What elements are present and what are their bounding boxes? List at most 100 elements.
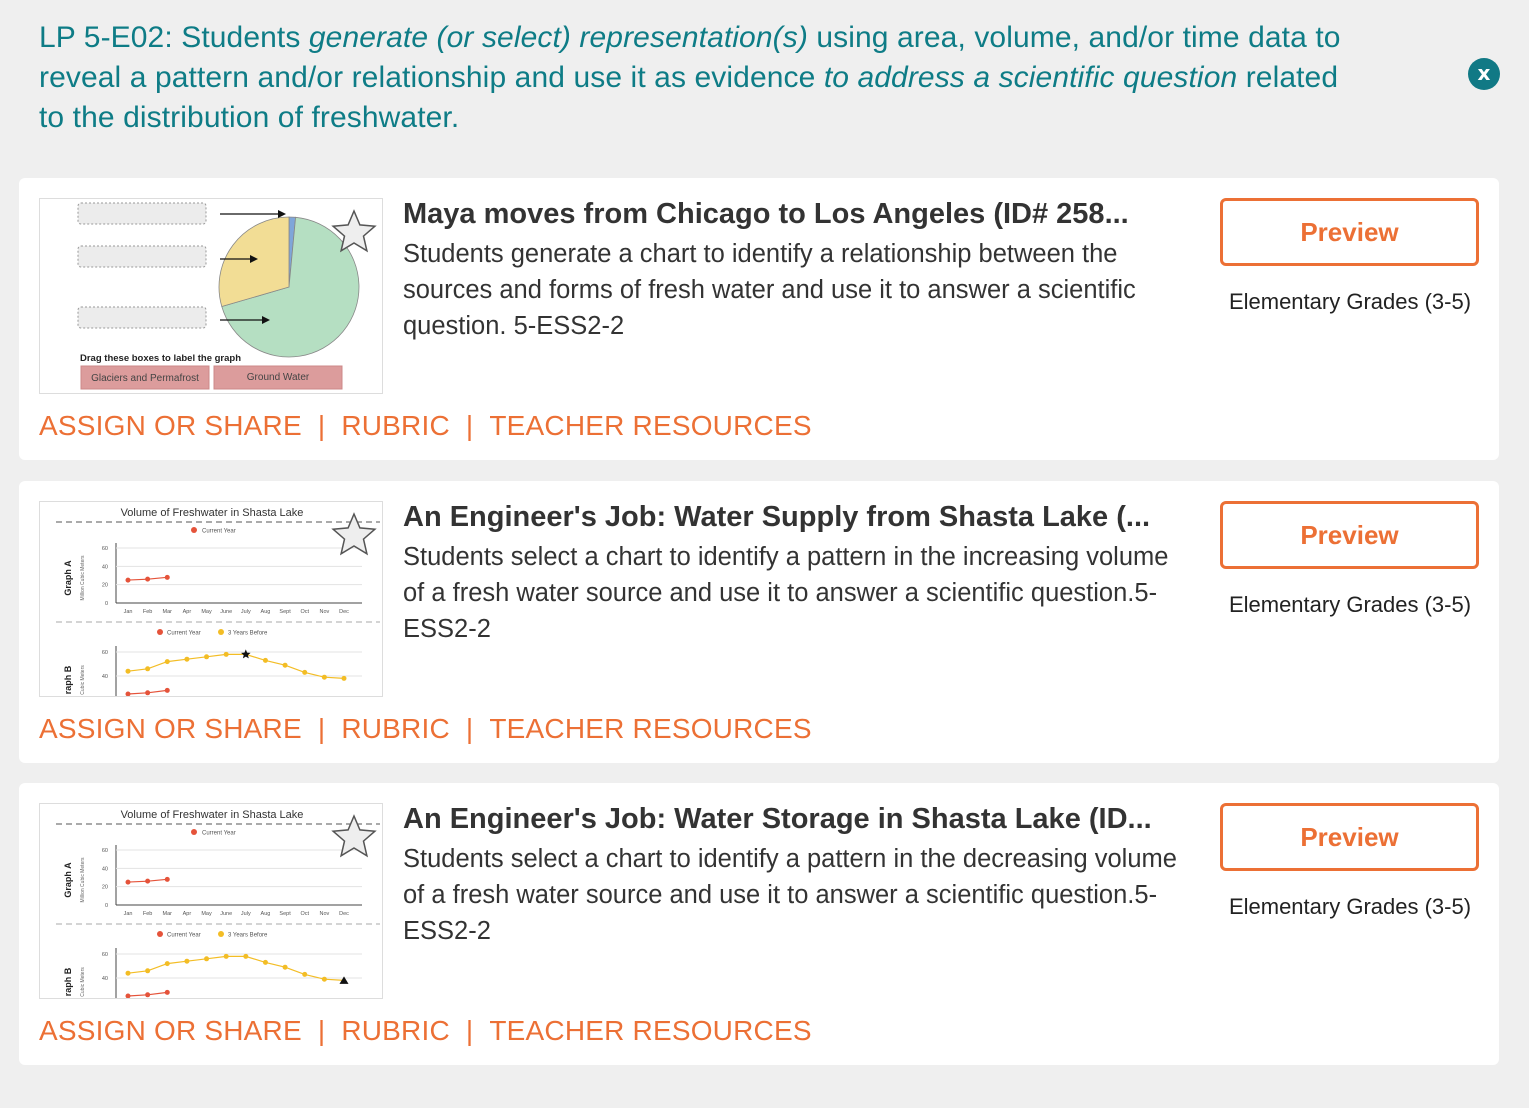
prior-point	[223, 651, 229, 657]
drop-target-box	[77, 245, 207, 268]
prior-point	[223, 953, 229, 959]
rubric-link[interactable]: RUBRIC	[341, 713, 450, 744]
assign-or-share-link[interactable]: ASSIGN OR SHARE	[39, 1015, 302, 1046]
current-point	[164, 574, 170, 580]
y-axis-label: Cubic Meters	[80, 967, 86, 997]
teacher-resources-link[interactable]: TEACHER RESOURCES	[489, 713, 811, 744]
x-tick-label: Mar	[163, 911, 173, 917]
preview-button[interactable]: Preview	[1220, 198, 1479, 266]
current-point	[125, 993, 131, 998]
prior-point	[184, 656, 190, 662]
card-actions: ASSIGN OR SHARE | RUBRIC | TEACHER RESOURCES	[39, 406, 812, 446]
legend-current-label: Current Year	[167, 933, 201, 939]
x-tick-label: Apr	[183, 911, 192, 917]
legend-prior-dot	[218, 629, 224, 635]
link-separator: |	[317, 410, 326, 441]
task-title[interactable]: An Engineer's Job: Water Storage in Shas…	[403, 801, 1203, 837]
x-tick-label: July	[241, 911, 251, 917]
prior-point	[282, 964, 288, 970]
prior-point	[243, 953, 249, 959]
assign-or-share-link[interactable]: ASSIGN OR SHARE	[39, 713, 302, 744]
prior-point	[321, 976, 327, 982]
y-tick-label: 40	[102, 564, 108, 570]
rubric-link[interactable]: RUBRIC	[341, 410, 450, 441]
current-point	[125, 691, 131, 696]
legend-current-dot	[157, 931, 163, 937]
line-thumbnail-svg: Volume of Freshwater in Shasta Lake Curre…	[56, 507, 380, 696]
preview-button[interactable]: Preview	[1220, 501, 1479, 569]
y-tick-label: 40	[102, 976, 108, 982]
x-tick-label: June	[220, 911, 232, 917]
x-tick-label: Nov	[319, 609, 329, 615]
card-actions: ASSIGN OR SHARE | RUBRIC | TEACHER RESOURCES	[39, 709, 812, 749]
task-description: Students select a chart to identify a pa…	[403, 543, 1169, 643]
series-prior-line	[127, 955, 345, 981]
chart-title: Volume of Freshwater in Shasta Lake	[121, 809, 304, 821]
card-actions: ASSIGN OR SHARE | RUBRIC | TEACHER RESOURCES	[39, 1011, 812, 1051]
y-tick-label: 40	[102, 866, 108, 872]
prior-point	[321, 674, 327, 680]
x-tick-label: Dec	[339, 911, 349, 917]
teacher-resources-link[interactable]: TEACHER RESOURCES	[489, 410, 811, 441]
task-title[interactable]: Maya moves from Chicago to Los Angeles (…	[403, 196, 1203, 232]
task-card: Volume of Freshwater in Shasta Lake Curre…	[19, 481, 1499, 763]
graph-a-label: Graph A	[63, 862, 73, 898]
task-thumbnail[interactable]: Volume of Freshwater in Shasta Lake Curre…	[39, 803, 383, 999]
current-point	[145, 878, 151, 884]
x-tick-label: June	[220, 609, 232, 615]
drag-instruction: Drag these boxes to label the graph	[80, 353, 241, 364]
x-tick-label: Dec	[339, 609, 349, 615]
grade-level: Elementary Grades (3-5)	[1228, 289, 1472, 314]
header-segment-italic: generate (or select) representation(s)	[308, 21, 808, 54]
drop-target-box	[77, 306, 207, 329]
line-thumbnail-svg: Volume of Freshwater in Shasta Lake Curre…	[56, 809, 380, 998]
legend-current-dot	[191, 829, 197, 835]
graph-a-label: Graph A	[63, 560, 73, 596]
current-point	[164, 989, 170, 995]
drag-label-text: Ground Water	[247, 372, 310, 383]
legend-prior-label: 3 Years Before	[228, 933, 268, 939]
header-segment: LP 5-E02: Students	[39, 21, 309, 54]
close-icon[interactable]: x	[1468, 58, 1500, 90]
grade-level: Elementary Grades (3-5)	[1228, 894, 1472, 919]
preview-button[interactable]: Preview	[1220, 803, 1479, 871]
prior-point	[125, 970, 131, 976]
task-title[interactable]: An Engineer's Job: Water Supply from Sha…	[403, 499, 1203, 535]
x-tick-label: Aug	[261, 911, 271, 917]
rubric-link[interactable]: RUBRIC	[341, 1015, 450, 1046]
prior-point	[204, 956, 210, 962]
legend-current-label: Current Year	[202, 529, 236, 535]
prior-point	[341, 675, 347, 681]
legend-current-dot	[191, 527, 197, 533]
x-tick-label: July	[241, 609, 251, 615]
x-tick-label: Mar	[163, 609, 173, 615]
y-axis-label: Million Cubic Meters	[80, 555, 86, 601]
y-tick-label: 60	[102, 848, 108, 854]
legend-prior-label: 3 Years Before	[228, 631, 268, 637]
assign-or-share-link[interactable]: ASSIGN OR SHARE	[39, 410, 302, 441]
prior-point	[164, 961, 170, 967]
chart-title: Volume of Freshwater in Shasta Lake	[121, 507, 304, 519]
link-separator: |	[465, 1015, 474, 1046]
graph-b-label: raph B	[63, 665, 73, 694]
task-card: Drag these boxes to label the graph Glaci…	[19, 178, 1499, 460]
task-thumbnail[interactable]: Volume of Freshwater in Shasta Lake Curre…	[39, 501, 383, 697]
x-tick-label: Nov	[319, 911, 329, 917]
current-point	[145, 690, 151, 696]
task-description: Students generate a chart to identify a …	[403, 240, 1136, 340]
x-tick-label: Aug	[261, 609, 271, 615]
legend-current-label: Current Year	[202, 831, 236, 837]
y-axis-label: Cubic Meters	[80, 665, 86, 695]
y-tick-label: 0	[105, 903, 108, 909]
y-tick-label: 0	[105, 601, 108, 607]
legend-prior-dot	[218, 931, 224, 937]
y-axis-label: Million Cubic Meters	[80, 857, 86, 903]
learning-performance-header: LP 5-E02: Students generate (or select) …	[39, 18, 1369, 138]
task-thumbnail[interactable]: Drag these boxes to label the graph Glaci…	[39, 198, 383, 394]
star-marker	[241, 649, 251, 659]
prior-point	[125, 668, 131, 674]
current-point	[145, 576, 151, 582]
y-tick-label: 20	[102, 583, 108, 589]
teacher-resources-link[interactable]: TEACHER RESOURCES	[489, 1015, 811, 1046]
task-description: Students select a chart to identify a pa…	[403, 845, 1177, 945]
